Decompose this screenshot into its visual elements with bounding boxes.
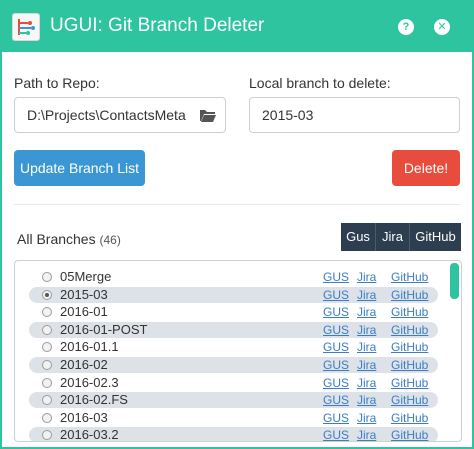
branch-name: 2015-03 (60, 286, 108, 302)
github-link[interactable]: GitHub (391, 392, 428, 408)
github-link[interactable]: GitHub (391, 427, 428, 441)
branch-radio[interactable] (42, 324, 52, 335)
branch-name: 2016-02.FS (60, 392, 128, 408)
branch-row[interactable]: 2016-02.3 GUS Jira GitHub (29, 375, 438, 391)
branch-radio[interactable] (42, 377, 52, 388)
branch-row[interactable]: 2016-01.1 GUS Jira GitHub (29, 339, 438, 355)
divider (14, 204, 460, 205)
branch-count: (46) (99, 233, 121, 247)
help-icon: ? (402, 21, 410, 33)
app-logo-icon (12, 13, 40, 41)
gus-button[interactable]: Gus (341, 223, 376, 251)
gus-link[interactable]: GUS (323, 322, 349, 338)
github-link[interactable]: GitHub (391, 304, 428, 320)
branch-row[interactable]: 2016-03 GUS Jira GitHub (29, 410, 438, 426)
local-branch-value: 2015-03 (262, 107, 314, 123)
delete-button[interactable]: Delete! (392, 150, 460, 186)
branch-row[interactable]: 05Merge GUS Jira GitHub (29, 269, 438, 285)
path-value: D:\Projects\ContactsMeta (27, 107, 186, 123)
jira-link[interactable]: Jira (357, 410, 376, 426)
link-button-group: Gus Jira GitHub (341, 223, 461, 251)
window-title: UGUI: Git Branch Deleter (50, 15, 265, 36)
scrollbar-thumb[interactable] (450, 263, 459, 299)
github-link[interactable]: GitHub (391, 269, 428, 285)
folder-open-icon[interactable] (199, 108, 217, 123)
branch-radio[interactable] (42, 360, 52, 370)
branch-name: 05Merge (60, 269, 112, 284)
github-link[interactable]: GitHub (391, 410, 428, 426)
help-button[interactable]: ? (398, 19, 414, 35)
gus-link[interactable]: GUS (323, 357, 349, 373)
branch-row[interactable]: 2015-03 GUS Jira GitHub (29, 286, 438, 303)
jira-link[interactable]: Jira (357, 322, 376, 338)
gus-link[interactable]: GUS (323, 304, 349, 320)
branch-radio[interactable] (42, 289, 52, 300)
branch-radio[interactable] (42, 412, 52, 423)
all-branches-title: All Branches (17, 231, 96, 247)
jira-link[interactable]: Jira (357, 339, 376, 355)
jira-link[interactable]: Jira (357, 357, 376, 373)
gus-link[interactable]: GUS (323, 269, 349, 285)
branch-name: 2016-01-POST (60, 321, 148, 337)
jira-link[interactable]: Jira (357, 392, 376, 408)
gus-link[interactable]: GUS (323, 339, 349, 355)
branch-row[interactable]: 2016-03.2 GUS Jira GitHub (29, 427, 438, 442)
jira-link[interactable]: Jira (357, 269, 376, 285)
branch-list[interactable]: 05Merge GUS Jira GitHub 2015-03 GUS Jira GitHub… (14, 260, 462, 442)
branch-row[interactable]: 2016-02.FS GUS Jira GitHub (29, 392, 438, 409)
jira-link[interactable]: Jira (357, 427, 376, 441)
github-link[interactable]: GitHub (391, 375, 428, 391)
branch-row[interactable]: 2016-02 GUS Jira GitHub (29, 357, 438, 373)
jira-button[interactable]: Jira (376, 223, 410, 251)
github-link[interactable]: GitHub (391, 357, 428, 373)
github-link[interactable]: GitHub (391, 322, 428, 338)
update-branch-list-button[interactable]: Update Branch List (14, 150, 145, 186)
local-branch-label: Local branch to delete: (249, 75, 391, 91)
branch-row[interactable]: 2016-01-POST GUS Jira GitHub (29, 321, 438, 338)
path-label: Path to Repo: (14, 75, 100, 91)
app-window: UGUI: Git Branch Deleter ? ✕ Path to Rep… (0, 0, 474, 449)
close-icon: ✕ (437, 21, 447, 33)
branch-name: 2016-02.3 (60, 374, 119, 390)
jira-link[interactable]: Jira (357, 304, 376, 320)
gus-link[interactable]: GUS (323, 375, 349, 391)
gus-link[interactable]: GUS (323, 287, 349, 303)
jira-link[interactable]: Jira (357, 375, 376, 391)
github-link[interactable]: GitHub (391, 339, 428, 355)
branch-name: 2016-01.1 (60, 339, 119, 355)
jira-link[interactable]: Jira (357, 287, 376, 303)
branch-radio[interactable] (42, 342, 52, 353)
branch-radio[interactable] (42, 272, 52, 282)
branch-name: 2016-03.2 (60, 427, 119, 442)
gus-link[interactable]: GUS (323, 410, 349, 426)
close-button[interactable]: ✕ (434, 19, 450, 35)
branch-name: 2016-01 (60, 304, 108, 320)
github-button[interactable]: GitHub (410, 223, 461, 251)
branch-name: 2016-03 (60, 409, 108, 425)
gus-link[interactable]: GUS (323, 392, 349, 408)
gus-link[interactable]: GUS (323, 427, 349, 441)
github-link[interactable]: GitHub (391, 287, 428, 303)
title-bar[interactable]: UGUI: Git Branch Deleter ? ✕ (2, 2, 472, 52)
branch-row[interactable]: 2016-01 GUS Jira GitHub (29, 304, 438, 320)
path-input[interactable]: D:\Projects\ContactsMeta (14, 97, 226, 133)
all-branches-heading: All Branches (46) (17, 231, 121, 247)
local-branch-input[interactable]: 2015-03 (249, 97, 460, 133)
branch-radio[interactable] (42, 307, 52, 318)
branch-name: 2016-02 (60, 357, 108, 372)
